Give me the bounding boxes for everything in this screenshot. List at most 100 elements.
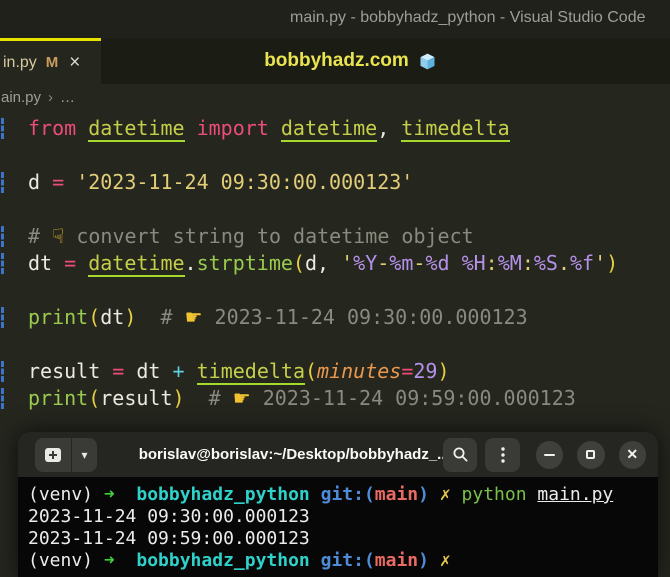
token-par: ) [124, 305, 137, 329]
token-w: 2023-11-24 09:30:00.000123 [28, 506, 310, 527]
token-fmt: %M [497, 251, 522, 275]
close-button[interactable]: ✕ [618, 440, 646, 469]
token-red: main [374, 484, 419, 505]
watermark-text: bobbyhadz.com [264, 50, 409, 71]
vscode-window: main.py - bobbyhadz_python - Visual Stud… [0, 0, 670, 577]
token-par: ( [292, 251, 305, 275]
token-str: . [557, 251, 570, 275]
token-fn: print [28, 305, 89, 329]
token-yel: ✗ [439, 550, 451, 571]
token-fmt: %S [533, 251, 558, 275]
chevron-right-icon: › [48, 88, 54, 106]
token-str: : [485, 251, 498, 275]
token-var: d [304, 251, 318, 275]
token-cyn: bobbyhadz_python [136, 484, 321, 505]
tab-bar: bobbyhadz.com in.py M × [0, 38, 670, 84]
menu-button[interactable] [485, 437, 520, 472]
code-line: d = '2023-11-24 09:30:00.000123' [0, 169, 670, 196]
token-var: d [28, 170, 53, 194]
code-line: result = dt + timedelta(minutes=29) [0, 358, 670, 385]
token-str: '2023-11-24 09:30:00.000123' [76, 170, 414, 194]
new-tab-icon [45, 447, 62, 462]
token-kw: import [184, 116, 281, 140]
tab-list-dropdown-button[interactable]: ▾ [72, 437, 97, 472]
ice-cube-icon [420, 53, 435, 69]
token-grn: ➜ [103, 484, 137, 505]
terminal-window: ▾ borislav@borislav:~/Desktop/bobbyhadz_… [18, 432, 658, 577]
token-kw: from [28, 116, 89, 140]
token-blu: ) [418, 550, 440, 571]
token-fn: print [28, 386, 89, 410]
token-par: ( [88, 386, 101, 410]
token-mod: datetime [88, 251, 185, 277]
code-line: # ☟ convert string to datetime object [0, 223, 670, 250]
token-fmt: %f [570, 251, 595, 275]
token-yel: ✗ [439, 484, 462, 505]
token-com: # [184, 386, 233, 410]
token-str: : [521, 251, 534, 275]
token-grn: ➜ [103, 550, 137, 571]
tab-main-py[interactable]: in.py M × [0, 38, 101, 84]
token-pyg: python [461, 484, 538, 505]
token-var: dt [100, 305, 125, 329]
watermark: bobbyhadz.com [16, 38, 670, 84]
token-str: ' [341, 251, 354, 275]
token-str: ' [594, 251, 607, 275]
breadcrumb-more[interactable]: … [60, 89, 75, 106]
breadcrumb-file[interactable]: ain.py [1, 89, 41, 106]
token-var: result [28, 359, 113, 383]
token-red: main [374, 550, 419, 571]
token-var: , [377, 116, 402, 140]
chevron-down-icon: ▾ [81, 447, 88, 462]
token-fmt: %Y [353, 251, 378, 275]
token-blu: ) [418, 484, 440, 505]
token-par: ) [606, 251, 619, 275]
code-editor[interactable]: from datetime import datetime, timedelta… [0, 115, 670, 412]
new-terminal-tab-button[interactable] [35, 437, 72, 472]
minimize-button[interactable] [535, 440, 564, 469]
token-w: (venv) [28, 550, 104, 571]
search-icon [453, 447, 468, 462]
token-com: 2023-11-24 09:59:00.000123 [250, 386, 576, 410]
token-par: ( [304, 359, 318, 383]
tab-close-icon[interactable]: × [69, 53, 80, 72]
token-str [450, 251, 462, 275]
terminal-titlebar: ▾ borislav@borislav:~/Desktop/bobbyhadz_… [18, 432, 658, 477]
token-kw: = [401, 359, 414, 383]
modified-badge: M [45, 54, 59, 71]
token-mod: datetime [280, 116, 378, 142]
terminal-line: (venv) ➜ bobbyhadz_python git:(main) ✗ [28, 550, 648, 572]
token-w: (venv) [28, 484, 104, 505]
token-fmt: %m [389, 251, 414, 275]
token-kw: = [112, 359, 137, 383]
token-mod: timedelta [196, 359, 305, 385]
maximize-button[interactable] [577, 440, 605, 469]
terminal-title: borislav@borislav:~/Desktop/bobbyhadz_..… [138, 446, 444, 463]
tab-label: in.py [3, 53, 37, 71]
token-par: ) [437, 359, 450, 383]
token-mod: datetime [88, 116, 185, 142]
breadcrumb: ain.py › … [0, 84, 75, 110]
token-fmt: %H [461, 251, 486, 275]
terminal-line: (venv) ➜ bobbyhadz_python git:(main) ✗ p… [28, 484, 648, 506]
token-num: 29 [413, 359, 438, 383]
minimize-icon [543, 453, 555, 456]
token-mod: timedelta [401, 116, 510, 142]
token-var: dt [136, 359, 173, 383]
window-titlebar: main.py - bobbyhadz_python - Visual Stud… [0, 0, 670, 38]
token-com: convert string to datetime object [64, 224, 474, 248]
token-emoji: ☛ [232, 386, 251, 410]
token-emoji: ☟ [52, 224, 65, 248]
close-icon: ✕ [626, 446, 639, 462]
token-par: ( [88, 305, 101, 329]
token-com: # [28, 224, 53, 248]
search-button[interactable] [443, 437, 478, 472]
window-title: main.py - bobbyhadz_python - Visual Stud… [290, 9, 646, 26]
token-str: - [377, 251, 390, 275]
token-com: # [136, 305, 185, 329]
token-fmt: %d [425, 251, 450, 275]
terminal-output[interactable]: (venv) ➜ bobbyhadz_python git:(main) ✗ p… [18, 477, 658, 577]
